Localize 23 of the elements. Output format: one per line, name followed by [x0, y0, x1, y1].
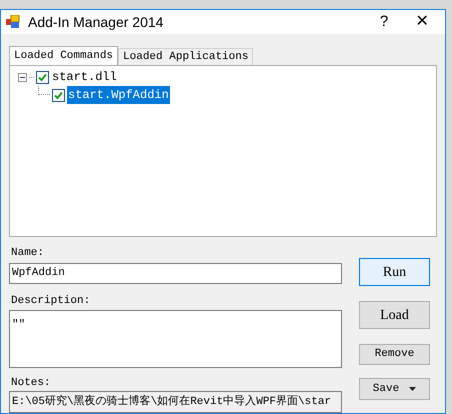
checkbox[interactable] [52, 88, 65, 102]
name-label: Name: [11, 247, 46, 260]
window-title: Add-In Manager 2014 [28, 12, 164, 32]
help-button[interactable]: ? [369, 10, 399, 34]
button[interactable]: Run [359, 258, 430, 286]
dropdown-button[interactable]: Save [359, 378, 430, 400]
tree-item[interactable]: start.WpfAddin [67, 86, 170, 104]
caret-icon [409, 387, 416, 391]
tree-line [38, 86, 50, 95]
button[interactable]: Remove [359, 344, 430, 365]
tab[interactable]: Loaded Applications [118, 48, 254, 65]
description-field[interactable]: "" [9, 310, 342, 368]
name-field[interactable]: WpfAddin [9, 263, 342, 284]
tree-item[interactable]: start.dll [51, 68, 118, 86]
button[interactable]: Load [359, 301, 430, 329]
notes-label: Notes: [11, 377, 52, 390]
checkbox[interactable] [36, 70, 49, 84]
collapse-icon[interactable] [18, 72, 27, 82]
close-button[interactable]: ✕ [399, 10, 445, 34]
description-label: Description: [11, 295, 92, 308]
app-icon [6, 15, 20, 29]
notes-field[interactable]: E:\05研究\黑夜の骑士博客\如何在Revit中导入WPF界面\star [9, 391, 342, 413]
tab[interactable]: Loaded Commands [9, 46, 118, 65]
